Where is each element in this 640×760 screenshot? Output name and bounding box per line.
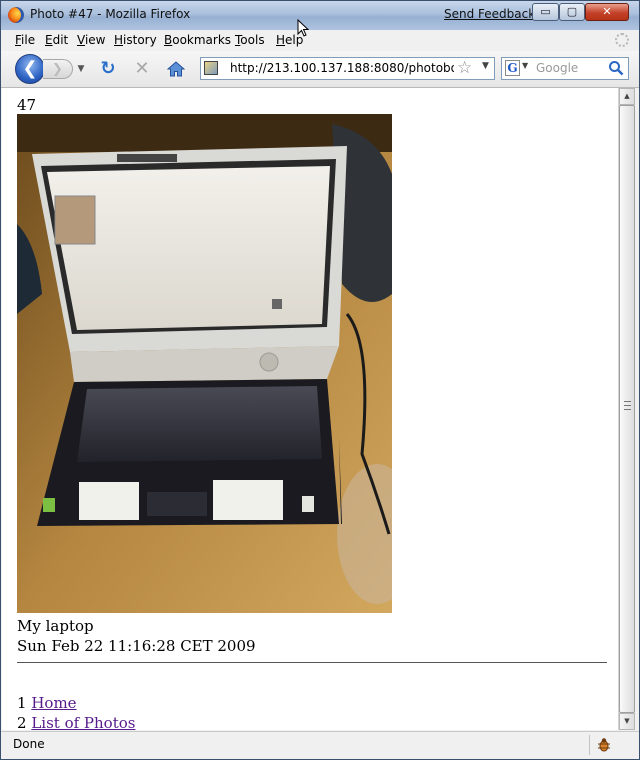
menu-file-label: ile — [21, 33, 36, 47]
address-bar[interactable]: http://213.100.137.188:8080/photobox/ima… — [200, 57, 495, 80]
menu-edit-label: dit — [52, 33, 69, 47]
laptop-photo-illustration — [17, 114, 392, 613]
search-engine-icon[interactable]: G — [505, 60, 520, 76]
firefox-logo-icon — [8, 7, 24, 23]
back-arrow-icon: ❮ — [22, 58, 38, 79]
menu-view-label: iew — [84, 33, 106, 47]
menu-file[interactable]: File — [15, 33, 35, 47]
menu-view[interactable]: View — [77, 33, 105, 47]
bookmark-star-icon[interactable]: ☆ — [457, 58, 472, 78]
close-button[interactable]: ✕ — [585, 3, 629, 21]
history-dropdown-icon[interactable]: ▼ — [75, 60, 87, 78]
back-button[interactable]: ❮ — [15, 54, 45, 84]
minimize-icon: ▭ — [540, 5, 551, 18]
menu-bookmarks-accesskey: B — [164, 33, 173, 47]
photo-caption: My laptop — [17, 617, 94, 635]
search-box[interactable]: G ▼ Google — [501, 57, 629, 80]
menu-help-accesskey: H — [276, 33, 286, 47]
menu-bar: File Edit View History Bookmarks Tools H… — [1, 30, 639, 51]
link-index: 1 — [17, 694, 27, 712]
status-bar: Done — [1, 731, 639, 759]
site-favicon-icon — [204, 61, 218, 75]
mouse-pointer-icon — [297, 18, 310, 41]
navigation-toolbar: ❮ ❯ ▼ ↻ ✕ http://213.100.137.188:8080/ph… — [1, 51, 639, 88]
status-text: Done — [13, 737, 45, 751]
forward-button[interactable]: ❯ — [43, 59, 73, 79]
page-content: 47 My laptop Sun Feb 22 11:16:28 CET 200… — [2, 88, 618, 730]
home-link[interactable]: Home — [31, 694, 76, 712]
scrollbar-grip-icon — [624, 401, 631, 410]
scrollbar-thumb[interactable] — [619, 105, 635, 713]
stop-icon[interactable]: ✕ — [131, 58, 153, 80]
search-magnifier-icon[interactable] — [608, 60, 624, 80]
browser-window: Photo #47 - Mozilla Firefox Send Feedbac… — [0, 0, 640, 760]
photo-number: 47 — [17, 96, 37, 114]
url-dropdown-icon[interactable]: ▼ — [482, 61, 489, 71]
nav-link-row-home: 1 Home — [17, 694, 77, 712]
search-engine-dropdown-icon[interactable]: ▼ — [522, 61, 528, 70]
throbber-icon — [615, 33, 629, 47]
menu-view-accesskey: V — [77, 33, 85, 47]
reload-icon[interactable]: ↻ — [97, 58, 119, 80]
menu-edit-accesskey: E — [45, 33, 53, 47]
list-of-photos-link[interactable]: List of Photos — [31, 714, 135, 730]
title-bar: Photo #47 - Mozilla Firefox Send Feedbac… — [1, 1, 639, 31]
feedback-bug-icon[interactable] — [595, 736, 613, 757]
close-icon: ✕ — [602, 5, 612, 18]
url-text[interactable]: http://213.100.137.188:8080/photobox/ima — [230, 61, 454, 75]
horizontal-divider — [17, 662, 607, 663]
home-icon[interactable] — [165, 58, 187, 80]
menu-history-label: istory — [123, 33, 157, 47]
vertical-scrollbar[interactable]: ▲ ▼ — [618, 88, 635, 730]
menu-bookmarks[interactable]: Bookmarks — [164, 33, 231, 47]
photo-image — [17, 114, 392, 613]
menu-tools-label: ools — [240, 33, 265, 47]
forward-arrow-icon: ❯ — [52, 62, 63, 77]
scroll-up-icon[interactable]: ▲ — [619, 88, 635, 105]
menu-bookmarks-label: ookmarks — [172, 33, 232, 47]
window-title: Photo #47 - Mozilla Firefox — [30, 7, 191, 21]
nav-link-row-photos: 2 List of Photos — [17, 714, 135, 730]
menu-history-accesskey: H — [114, 33, 124, 47]
menu-edit[interactable]: Edit — [45, 33, 68, 47]
minimize-button[interactable]: ▭ — [532, 3, 559, 21]
scroll-down-icon[interactable]: ▼ — [619, 713, 635, 730]
link-index: 2 — [17, 714, 27, 730]
menu-history[interactable]: History — [114, 33, 157, 47]
maximize-icon: ▢ — [566, 5, 578, 18]
search-input[interactable]: Google — [536, 61, 578, 75]
send-feedback-link[interactable]: Send Feedback — [444, 7, 535, 21]
maximize-button[interactable]: ▢ — [559, 3, 585, 21]
menu-tools[interactable]: Tools — [235, 33, 265, 47]
status-divider — [589, 735, 590, 755]
photo-date: Sun Feb 22 11:16:28 CET 2009 — [17, 637, 256, 655]
